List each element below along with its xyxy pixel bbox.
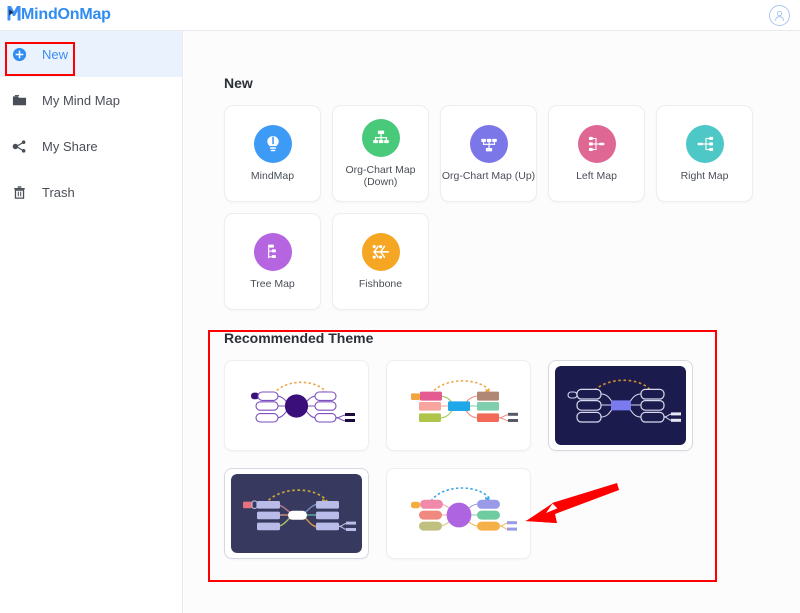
theme-thumbnail bbox=[393, 366, 524, 445]
app-header: MindOnMap bbox=[0, 0, 800, 31]
main-content: New MindMap Org-Chart Map (Down) Org-Cha… bbox=[184, 31, 800, 613]
right-map-icon bbox=[685, 125, 724, 163]
map-type-card-fishbone[interactable]: Fishbone bbox=[332, 213, 429, 310]
sidebar-item-label: New bbox=[42, 46, 69, 62]
recommended-theme-section: Recommended Theme bbox=[208, 330, 716, 559]
theme-card-colorful-light[interactable] bbox=[386, 360, 531, 451]
share-nodes-icon bbox=[12, 139, 34, 154]
map-type-grid: MindMap Org-Chart Map (Down) Org-Chart M… bbox=[224, 105, 754, 310]
map-type-card-right-map[interactable]: Right Map bbox=[656, 105, 753, 202]
map-type-label: Right Map bbox=[680, 170, 729, 182]
sidebar-item-label: Trash bbox=[42, 184, 75, 200]
theme-thumbnail bbox=[393, 474, 524, 553]
theme-thumbnail bbox=[231, 474, 362, 553]
map-type-card-left-map[interactable]: Left Map bbox=[548, 105, 645, 202]
logo-text: MindOnMap bbox=[21, 6, 111, 23]
user-circle-icon bbox=[774, 10, 785, 21]
logo-m-glyph bbox=[7, 5, 21, 20]
sidebar-item-trash[interactable]: Trash bbox=[0, 169, 182, 215]
theme-card-purple-light[interactable] bbox=[224, 360, 369, 451]
sidebar-item-my-mind-map[interactable]: My Mind Map bbox=[0, 77, 182, 123]
folder-icon bbox=[12, 93, 34, 108]
tree-map-icon bbox=[253, 233, 292, 271]
map-type-label: Org-Chart Map (Up) bbox=[441, 170, 536, 182]
new-section-title: New bbox=[224, 75, 253, 91]
theme-grid bbox=[224, 360, 714, 559]
plus-circle-icon bbox=[12, 47, 34, 62]
map-type-card-mindmap[interactable]: MindMap bbox=[224, 105, 321, 202]
theme-thumbnail bbox=[231, 366, 362, 445]
map-type-card-org-chart-down[interactable]: Org-Chart Map (Down) bbox=[332, 105, 429, 202]
theme-card-dark-blue[interactable] bbox=[548, 360, 693, 451]
trash-icon bbox=[12, 185, 34, 200]
map-type-card-org-chart-up[interactable]: Org-Chart Map (Up) bbox=[440, 105, 537, 202]
app-logo[interactable]: MindOnMap bbox=[0, 5, 111, 26]
fishbone-icon bbox=[361, 233, 400, 271]
map-type-label: Org-Chart Map (Down) bbox=[345, 164, 416, 188]
sidebar-item-my-share[interactable]: My Share bbox=[0, 123, 182, 169]
org-chart-up-icon bbox=[469, 125, 508, 163]
logo-mark bbox=[7, 5, 21, 26]
map-type-label: MindMap bbox=[250, 170, 295, 182]
org-chart-down-icon bbox=[361, 119, 400, 157]
map-type-label: Left Map bbox=[576, 170, 617, 182]
map-type-label: Tree Map bbox=[250, 278, 295, 290]
theme-card-pastel-light[interactable] bbox=[386, 468, 531, 559]
account-avatar-button[interactable] bbox=[769, 4, 790, 26]
sidebar-item-new[interactable]: New bbox=[0, 31, 182, 77]
recommended-theme-title: Recommended Theme bbox=[224, 330, 374, 346]
lightbulb-icon bbox=[253, 125, 292, 163]
map-type-label: Fishbone bbox=[358, 278, 403, 290]
theme-card-dark-navy[interactable] bbox=[224, 468, 369, 559]
map-type-card-tree-map[interactable]: Tree Map bbox=[224, 213, 321, 310]
sidebar: New My Mind Map My Share Trash bbox=[0, 31, 183, 613]
sidebar-item-label: My Mind Map bbox=[42, 92, 121, 108]
sidebar-item-label: My Share bbox=[42, 138, 98, 154]
theme-thumbnail bbox=[555, 366, 686, 445]
left-map-icon bbox=[577, 125, 616, 163]
